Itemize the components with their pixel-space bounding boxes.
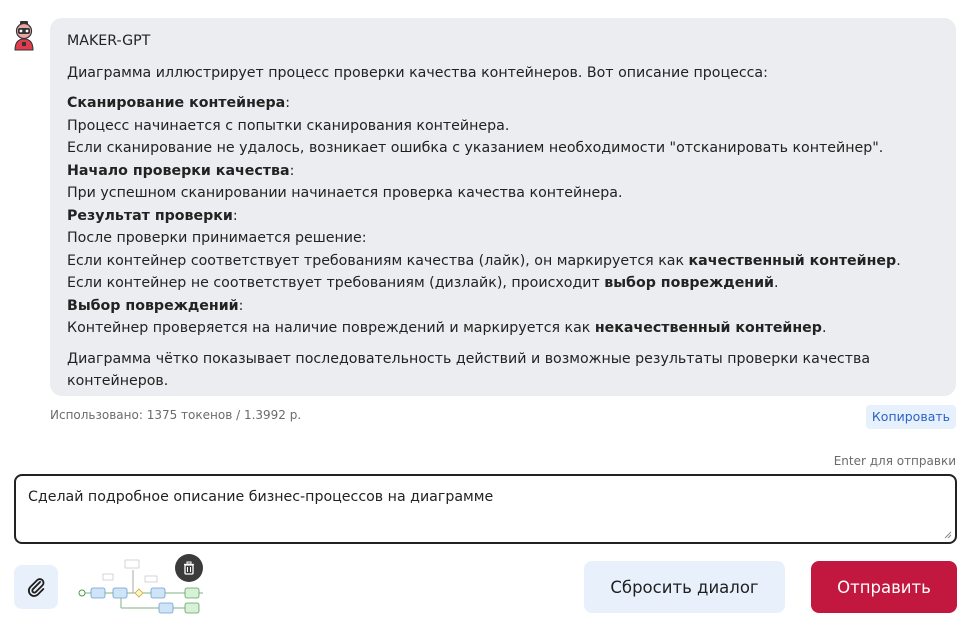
bot-avatar-icon <box>10 20 38 52</box>
section-heading: Начало проверки качества: <box>67 162 295 179</box>
assistant-message: MAKER-GPT Диаграмма иллюстрирует процесс… <box>50 18 956 396</box>
section-line: Процесс начинается с попытки сканировани… <box>67 117 510 134</box>
section-line: Если контейнер не соответствует требован… <box>67 275 779 291</box>
section-line: При успешном сканировании начинается про… <box>67 185 623 201</box>
trash-icon <box>184 561 194 575</box>
message-sections: Сканирование контейнера: Процесс начинае… <box>67 92 940 340</box>
copy-button[interactable]: Копировать <box>865 405 956 429</box>
enter-hint: Enter для отправки <box>833 454 956 468</box>
message-sender: MAKER-GPT <box>67 33 151 49</box>
section-line: После проверки принимается решение: <box>67 230 367 246</box>
remove-attachment-button[interactable] <box>175 554 203 582</box>
paperclip-icon <box>27 578 45 597</box>
token-usage: Использовано: 1375 токенов / 1.3992 р. <box>50 408 302 422</box>
section-line: Если сканирование не удалось, возникает … <box>67 140 884 156</box>
section-heading: Результат проверки: <box>67 207 238 224</box>
message-input-text: Сделай подробное описание бизнес-процесс… <box>28 489 494 505</box>
section-heading: Сканирование контейнера: <box>67 95 291 111</box>
message-conclusion: Диаграмма чётко показывает последователь… <box>67 350 871 390</box>
resize-grip-icon[interactable] <box>944 531 952 539</box>
message-intro: Диаграмма иллюстрирует процесс проверки … <box>67 64 768 81</box>
message-input[interactable]: Сделай подробное описание бизнес-процесс… <box>14 474 957 544</box>
section-line: Контейнер проверяется на наличие поврежд… <box>67 320 827 336</box>
reset-dialog-button[interactable]: Сбросить диалог <box>584 561 785 613</box>
send-button[interactable]: Отправить <box>811 561 957 613</box>
section-line: Если контейнер соответствует требованиям… <box>67 252 901 269</box>
attach-button[interactable] <box>14 565 58 609</box>
section-heading: Выбор повреждений: <box>67 297 244 314</box>
